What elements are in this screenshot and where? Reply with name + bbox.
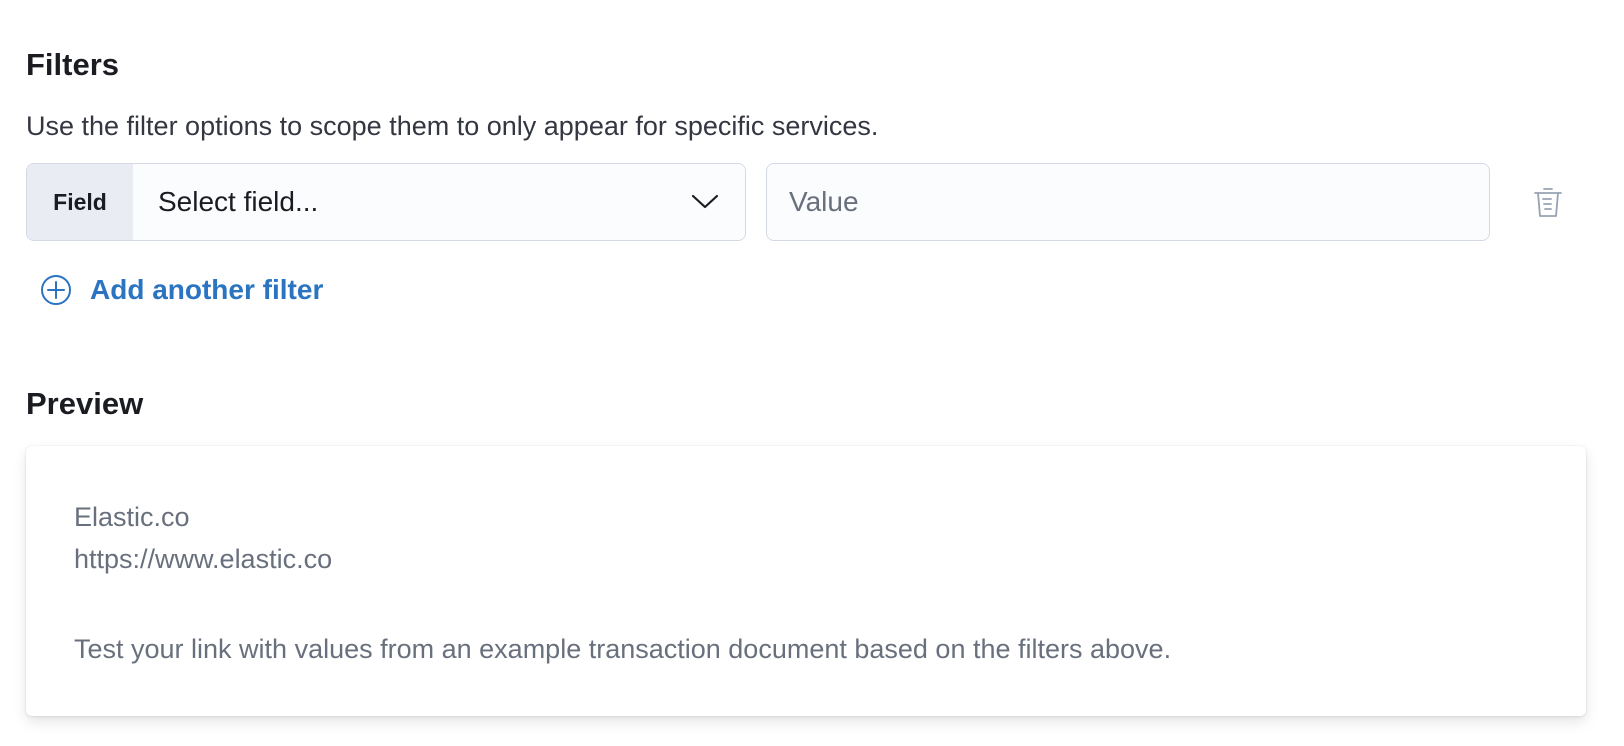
field-prepend-label: Field: [27, 164, 134, 240]
preview-section-title: Preview: [26, 386, 144, 421]
field-select[interactable]: Select field...: [133, 164, 745, 240]
add-another-filter-button[interactable]: Add another filter: [40, 271, 323, 309]
add-another-filter-label: Add another filter: [90, 274, 324, 305]
filters-description: Use the filter options to scope them to …: [26, 111, 879, 141]
chevron-down-icon: [691, 194, 719, 209]
preview-link-label: Elastic.co: [74, 502, 190, 532]
field-select-group: Field Select field...: [26, 163, 746, 241]
remove-filter-button[interactable]: [1528, 181, 1568, 223]
value-input[interactable]: [766, 163, 1490, 241]
trash-icon: [1534, 188, 1562, 217]
field-select-placeholder: Select field...: [158, 186, 319, 217]
preview-help-text: Test your link with values from an examp…: [74, 634, 1172, 664]
filters-section-title: Filters: [26, 47, 120, 82]
preview-panel: Elastic.co https://www.elastic.co Test y…: [26, 446, 1586, 716]
preview-link-url: https://www.elastic.co: [74, 544, 333, 574]
filter-row: Field Select field...: [26, 163, 1598, 243]
plus-in-circle-icon: [41, 275, 71, 305]
